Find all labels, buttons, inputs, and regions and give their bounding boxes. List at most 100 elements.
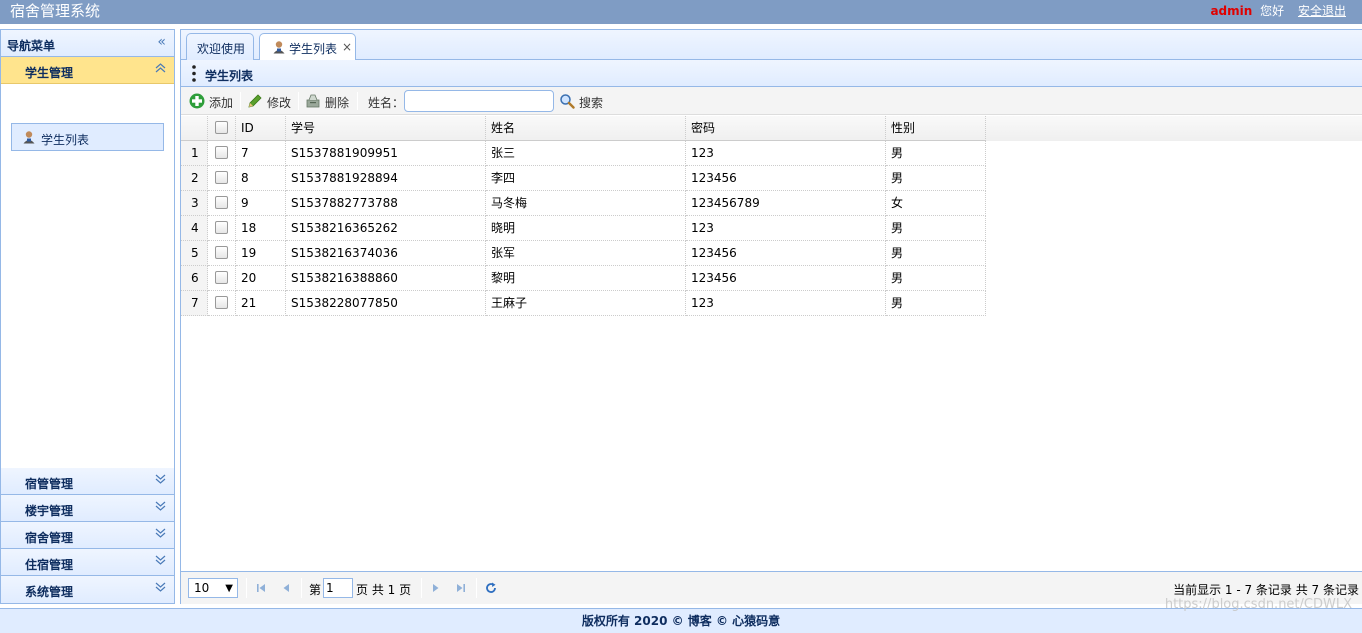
app-header: 宿舍管理系统 admin 您好 安全退出	[0, 0, 1362, 24]
page-number-input[interactable]	[323, 578, 353, 598]
cell-sno: S1538228077850	[286, 291, 486, 316]
cell-name: 李四	[486, 166, 686, 191]
page-size-value: 10	[194, 581, 210, 595]
add-button[interactable]: 添加	[189, 91, 237, 111]
toolbar-divider	[240, 92, 241, 110]
header-sex[interactable]: 性别	[886, 116, 986, 141]
search-button[interactable]: 搜索	[559, 91, 607, 111]
page-size-select[interactable]: 10 ▼	[188, 578, 238, 598]
row-checkbox[interactable]	[215, 196, 228, 209]
cell-id: 19	[236, 241, 286, 266]
cell-id: 20	[236, 266, 286, 291]
app-title: 宿舍管理系统	[10, 2, 101, 20]
chevron-down-icon[interactable]	[155, 554, 166, 568]
row-checkbox[interactable]	[215, 246, 228, 259]
cell-name: 张军	[486, 241, 686, 266]
prev-page-icon[interactable]	[279, 581, 293, 595]
user-area: admin 您好 安全退出	[1210, 3, 1346, 19]
toolbar-divider	[298, 92, 299, 110]
collapse-left-icon[interactable]: «	[157, 35, 166, 49]
table-row[interactable]: 2 8 S1537881928894 李四 123456 男	[181, 166, 1362, 191]
cell-sex: 男	[886, 266, 986, 291]
table-row[interactable]: 6 20 S1538216388860 黎明 123456 男	[181, 266, 1362, 291]
refresh-icon[interactable]	[484, 581, 498, 595]
user-icon	[272, 40, 286, 54]
delete-label: 删除	[325, 96, 350, 110]
row-number: 3	[181, 191, 208, 216]
sidebar-group-label: 学生管理	[25, 66, 74, 80]
cell-id: 9	[236, 191, 286, 216]
search-input[interactable]	[404, 90, 554, 112]
cell-password: 123456	[686, 166, 886, 191]
row-checkbox[interactable]	[215, 296, 228, 309]
table-body: 1 7 S1537881909951 张三 123 男 2 8 S1537881928894 李四…	[181, 141, 1362, 316]
row-checkbox-cell	[208, 141, 236, 166]
cell-sno: S1538216374036	[286, 241, 486, 266]
sidebar-group-system[interactable]: 系统管理	[1, 576, 174, 603]
table-row[interactable]: 7 21 S1538228077850 王麻子 123 男	[181, 291, 1362, 316]
header-checkbox-cell	[208, 116, 236, 141]
table-row[interactable]: 1 7 S1537881909951 张三 123 男	[181, 141, 1362, 166]
chevron-down-icon[interactable]	[155, 527, 166, 541]
sidebar-group-label: 楼宇管理	[25, 504, 74, 518]
panel-title: 学生列表	[205, 69, 254, 83]
table-row[interactable]: 4 18 S1538216365262 晓明 123 男	[181, 216, 1362, 241]
header-name[interactable]: 姓名	[486, 116, 686, 141]
sidebar-groups: 宿管管理 楼宇管理 宿舍管理 住宿管理 系统管理	[1, 468, 174, 603]
row-number: 2	[181, 166, 208, 191]
next-page-icon[interactable]	[429, 581, 443, 595]
logout-link[interactable]: 安全退出	[1298, 4, 1346, 18]
cell-sno: S1538216388860	[286, 266, 486, 291]
sidebar-group-accommodation[interactable]: 住宿管理	[1, 549, 174, 576]
sidebar-item-student-list[interactable]: 学生列表	[11, 123, 164, 151]
table-row[interactable]: 5 19 S1538216374036 张军 123456 男	[181, 241, 1362, 266]
add-icon	[189, 93, 205, 109]
cell-sex: 男	[886, 291, 986, 316]
last-page-icon[interactable]	[454, 581, 468, 595]
header-password[interactable]: 密码	[686, 116, 886, 141]
sidebar-group-dorm-manager[interactable]: 宿管管理	[1, 468, 174, 495]
delete-button[interactable]: 删除	[305, 91, 353, 111]
search-button-label: 搜索	[579, 96, 604, 110]
chevron-up-icon[interactable]	[155, 62, 166, 76]
cell-sno: S1538216365262	[286, 216, 486, 241]
cell-password: 123456	[686, 266, 886, 291]
cell-password: 123456789	[686, 191, 886, 216]
cell-sno: S1537882773788	[286, 191, 486, 216]
cell-sno: S1537881909951	[286, 141, 486, 166]
row-checkbox[interactable]	[215, 146, 228, 159]
watermark: https://blog.csdn.net/CDWLX	[1164, 597, 1352, 612]
add-label: 添加	[209, 96, 234, 110]
cell-password: 123456	[686, 241, 886, 266]
cell-sex: 男	[886, 216, 986, 241]
page-prefix: 第	[309, 583, 322, 597]
header-id[interactable]: ID	[236, 116, 286, 141]
sidebar-group-label: 系统管理	[25, 585, 74, 599]
sidebar-group-student[interactable]: 学生管理	[1, 57, 174, 84]
row-checkbox[interactable]	[215, 171, 228, 184]
row-checkbox[interactable]	[215, 271, 228, 284]
tab-welcome[interactable]: 欢迎使用	[186, 33, 254, 60]
close-icon[interactable]: ×	[342, 40, 352, 54]
chevron-down-icon[interactable]	[155, 500, 166, 514]
row-checkbox[interactable]	[215, 221, 228, 234]
chevron-down-icon[interactable]	[155, 581, 166, 595]
sidebar-group-label: 住宿管理	[25, 558, 74, 572]
tab-label: 学生列表	[289, 42, 338, 56]
sidebar-group-dorm[interactable]: 宿舍管理	[1, 522, 174, 549]
cell-sex: 男	[886, 241, 986, 266]
edit-button[interactable]: 修改	[247, 91, 295, 111]
tab-student-list[interactable]: 学生列表 ×	[259, 33, 356, 61]
select-all-checkbox[interactable]	[215, 121, 228, 134]
cell-name: 晓明	[486, 216, 686, 241]
first-page-icon[interactable]	[254, 581, 268, 595]
header-sno[interactable]: 学号	[286, 116, 486, 141]
sidebar: 导航菜单 « 学生管理 学生列表 宿管管理 楼宇管理 宿舍管理 住宿管理 系统管…	[0, 29, 175, 604]
chevron-down-icon[interactable]	[155, 473, 166, 487]
student-table: ID 学号 姓名 密码 性别 1 7 S1537881909951 张三 123 男 2 8 S…	[181, 116, 1362, 316]
sidebar-group-building[interactable]: 楼宇管理	[1, 495, 174, 522]
cell-name: 张三	[486, 141, 686, 166]
pager-divider	[476, 578, 477, 598]
row-checkbox-cell	[208, 166, 236, 191]
table-row[interactable]: 3 9 S1537882773788 马冬梅 123456789 女	[181, 191, 1362, 216]
